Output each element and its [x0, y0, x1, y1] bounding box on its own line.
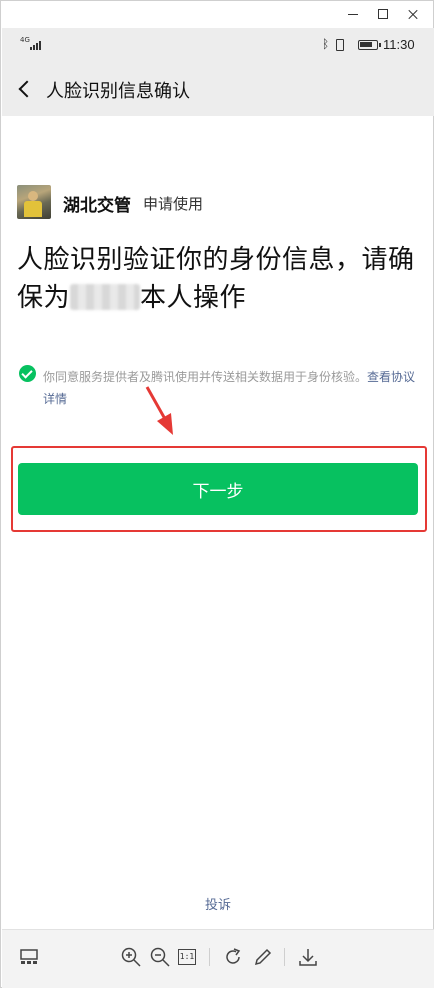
battery-icon: [358, 40, 381, 50]
vibrate-icon: [336, 39, 344, 51]
next-step-button[interactable]: 下一步: [18, 463, 418, 515]
page-title: 人脸识别信息确认: [46, 81, 190, 102]
phone-status-bar: 4G ᛒ 11:30: [2, 28, 434, 62]
zoom-in-icon[interactable]: [120, 946, 142, 968]
bluetooth-icon: ᛒ: [322, 37, 330, 51]
gallery-icon[interactable]: [18, 946, 40, 968]
maximize-button[interactable]: [369, 4, 397, 24]
viewer-toolbar: 1:1: [2, 929, 434, 988]
consent-text: 你同意服务提供者及腾讯使用并传送相关数据用于身份核验。查看协议详情: [43, 366, 421, 410]
redacted-name: [70, 284, 141, 310]
edit-icon[interactable]: [252, 946, 274, 968]
minimize-button[interactable]: [339, 4, 367, 24]
actual-size-label: 1:1: [178, 949, 196, 965]
network-type: 4G: [20, 36, 30, 44]
back-icon[interactable]: [16, 78, 36, 100]
requester-action: 申请使用: [143, 195, 204, 213]
toolbar-divider: [284, 948, 285, 966]
actual-size-button[interactable]: 1:1: [178, 946, 200, 968]
status-time: 11:30: [383, 37, 415, 52]
consent-body: 你同意服务提供者及腾讯使用并传送相关数据用于身份核验。: [43, 370, 368, 384]
close-button[interactable]: [399, 4, 427, 24]
download-icon[interactable]: [297, 946, 319, 968]
consent-check-icon[interactable]: [19, 365, 36, 382]
zoom-out-icon[interactable]: [149, 946, 171, 968]
rotate-icon[interactable]: [222, 946, 244, 968]
window-titlebar: [1, 1, 433, 27]
avatar: [17, 185, 51, 219]
toolbar-divider: [209, 948, 210, 966]
viewer-window: 4G ᛒ 11:30 人脸识别信息确认 湖北交管 申请使用 人脸识别验证你的身份…: [0, 0, 434, 988]
annotation-arrow-icon: [145, 386, 173, 435]
app-header: 人脸识别信息确认: [2, 62, 434, 116]
headline-part2: 本人操作: [140, 283, 247, 313]
requester-name: 湖北交管: [63, 196, 131, 216]
signal-icon: [30, 41, 44, 50]
verification-headline: 人脸识别验证你的身份信息，请确保为 本人操作: [17, 241, 417, 317]
complain-link[interactable]: 投诉: [1, 894, 434, 913]
